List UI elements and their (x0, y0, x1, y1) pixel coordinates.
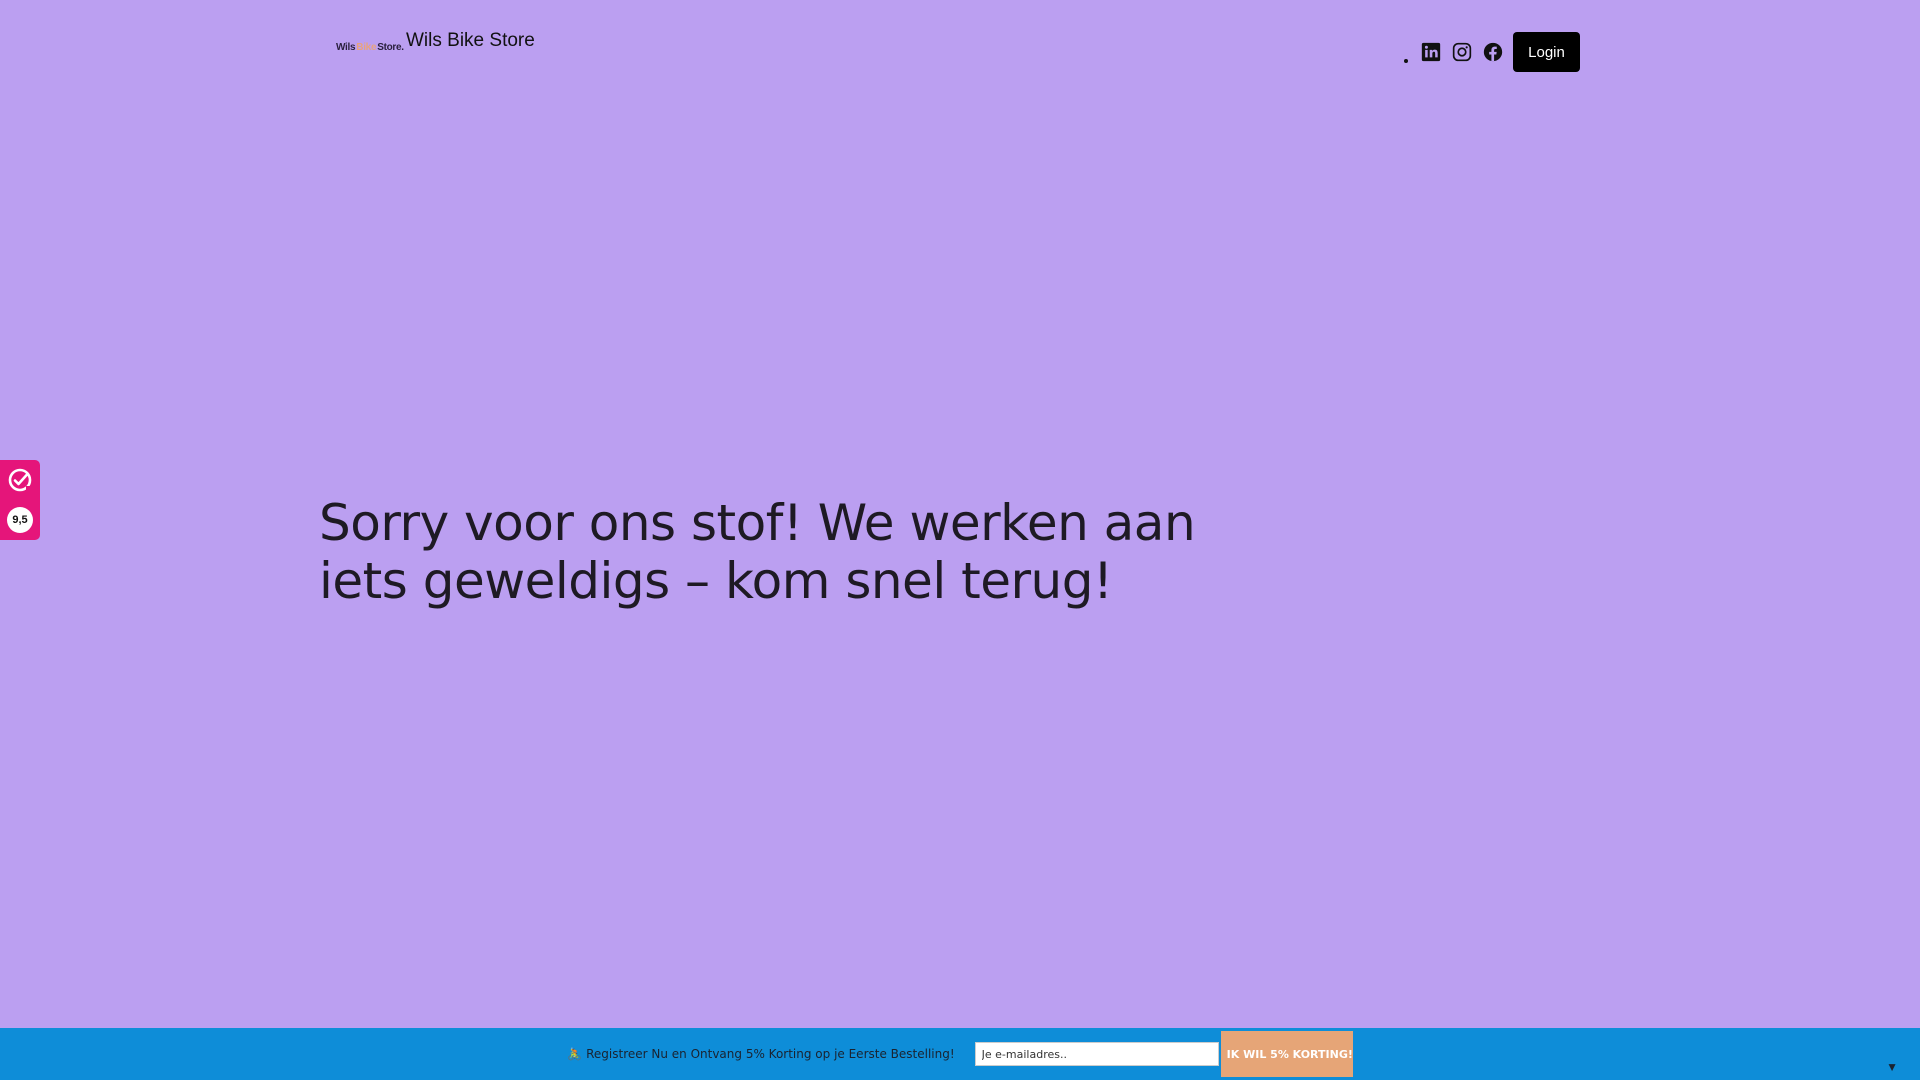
review-widget[interactable]: 9,5 (0, 460, 40, 540)
site-logo[interactable]: Wils Bike Store. (336, 42, 404, 53)
header-actions: Login (1404, 32, 1580, 72)
logo-part-wils: Wils (336, 42, 356, 53)
logo-part-store: Store. (377, 42, 404, 53)
linkedin-icon[interactable] (1420, 41, 1442, 63)
promo-content: 🚴 Registreer Nu en Ontvang 5% Korting op… (567, 1031, 1353, 1077)
facebook-icon[interactable] (1482, 41, 1504, 63)
chevron-down-icon[interactable]: ▼ (1886, 1060, 1898, 1074)
site-title[interactable]: Wils Bike Store (406, 30, 535, 52)
logo-wordmark: Wils Bike Store. (336, 42, 404, 53)
email-input[interactable] (974, 1042, 1219, 1066)
promo-text: 🚴 Registreer Nu en Ontvang 5% Korting op… (567, 1047, 955, 1061)
instagram-icon[interactable] (1451, 41, 1473, 63)
login-button[interactable]: Login (1513, 32, 1580, 72)
review-check-icon (7, 467, 33, 493)
review-score: 9,5 (7, 507, 33, 533)
promo-bar: 🚴 Registreer Nu en Ontvang 5% Korting op… (0, 1028, 1920, 1080)
logo-part-bike: Bike (356, 42, 377, 53)
site-header: Wils Bike Store. Wils Bike Store Login (0, 0, 1920, 90)
nav-dot[interactable] (1404, 59, 1408, 63)
page-heading: Sorry voor ons stof! We werken aan iets … (319, 494, 1196, 610)
discount-signup-button[interactable]: IK WIL 5% KORTING! (1220, 1031, 1353, 1077)
